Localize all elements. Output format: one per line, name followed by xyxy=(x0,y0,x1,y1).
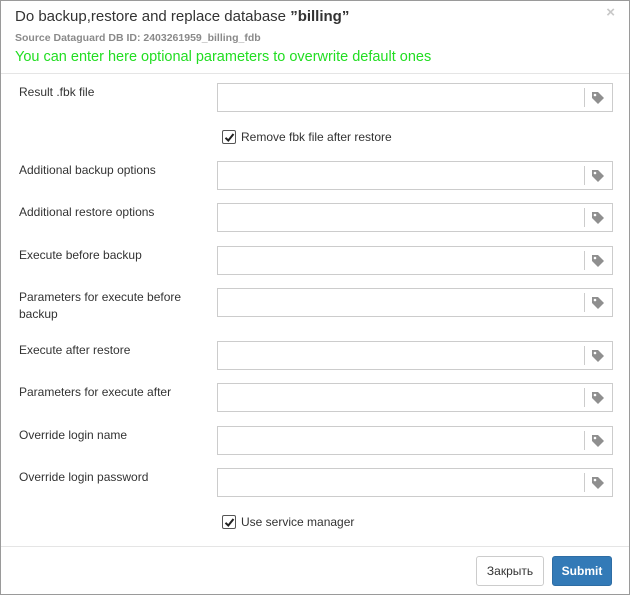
execute-after-restore-input[interactable] xyxy=(218,342,584,369)
tag-icon[interactable] xyxy=(591,349,605,363)
checkmark-icon xyxy=(224,133,235,142)
use-service-manager-label: Use service manager xyxy=(241,515,355,529)
close-button[interactable]: Закрыть xyxy=(476,556,544,586)
additional-restore-options-field[interactable] xyxy=(217,203,613,232)
result-fbk-input[interactable] xyxy=(218,84,584,111)
tag-icon[interactable] xyxy=(591,211,605,225)
tag-icon[interactable] xyxy=(591,476,605,490)
override-login-name-field[interactable] xyxy=(217,426,613,455)
override-login-password-label: Override login password xyxy=(19,470,149,484)
params-execute-after-field[interactable] xyxy=(217,383,613,412)
tag-icon[interactable] xyxy=(591,254,605,268)
override-login-name-input[interactable] xyxy=(218,427,584,454)
params-execute-after-input[interactable] xyxy=(218,384,584,411)
submit-button[interactable]: Submit xyxy=(552,556,612,586)
execute-before-backup-input[interactable] xyxy=(218,247,584,274)
execute-before-backup-label: Execute before backup xyxy=(19,248,142,262)
remove-fbk-label: Remove fbk file after restore xyxy=(241,130,392,144)
additional-backup-options-field[interactable] xyxy=(217,161,613,190)
execute-after-restore-field[interactable] xyxy=(217,341,613,370)
result-fbk-field[interactable] xyxy=(217,83,613,112)
database-name: ”billing” xyxy=(290,8,350,25)
close-icon[interactable]: × xyxy=(606,5,615,21)
result-fbk-label: Result .fbk file xyxy=(19,85,95,99)
dialog-title-text: Do backup,restore and replace database xyxy=(15,8,291,25)
use-service-manager-checkbox[interactable]: Use service manager xyxy=(222,514,354,530)
additional-restore-options-label: Additional restore options xyxy=(19,205,155,219)
additional-backup-options-input[interactable] xyxy=(218,162,584,189)
params-execute-before-label: Parameters for execute before backup xyxy=(19,290,182,321)
checkmark-icon xyxy=(224,518,235,527)
checkbox-box[interactable] xyxy=(222,515,236,529)
dialog-title: Do backup,restore and replace database ”… xyxy=(15,8,349,25)
checkbox-box[interactable] xyxy=(222,130,236,144)
execute-before-backup-field[interactable] xyxy=(217,246,613,275)
params-execute-after-label: Parameters for execute after xyxy=(19,385,172,399)
additional-restore-options-input[interactable] xyxy=(218,204,584,231)
remove-fbk-checkbox[interactable]: Remove fbk file after restore xyxy=(222,129,392,145)
header-divider xyxy=(1,73,629,74)
params-execute-before-field[interactable] xyxy=(217,288,613,317)
source-db-id: Source Dataguard DB ID: 2403261959_billi… xyxy=(15,32,261,44)
additional-backup-options-label: Additional backup options xyxy=(19,163,156,177)
execute-after-restore-label: Execute after restore xyxy=(19,343,131,357)
override-login-password-field[interactable] xyxy=(217,468,613,497)
params-execute-before-input[interactable] xyxy=(218,289,584,316)
tag-icon[interactable] xyxy=(591,434,605,448)
override-login-password-input[interactable] xyxy=(218,469,584,496)
override-login-name-label: Override login name xyxy=(19,428,128,442)
tag-icon[interactable] xyxy=(591,391,605,405)
backup-restore-dialog: × Do backup,restore and replace database… xyxy=(0,0,630,595)
optional-params-notice: You can enter here optional parameters t… xyxy=(15,49,432,65)
tag-icon[interactable] xyxy=(591,91,605,105)
footer-divider xyxy=(1,546,629,547)
tag-icon[interactable] xyxy=(591,296,605,310)
tag-icon[interactable] xyxy=(591,169,605,183)
